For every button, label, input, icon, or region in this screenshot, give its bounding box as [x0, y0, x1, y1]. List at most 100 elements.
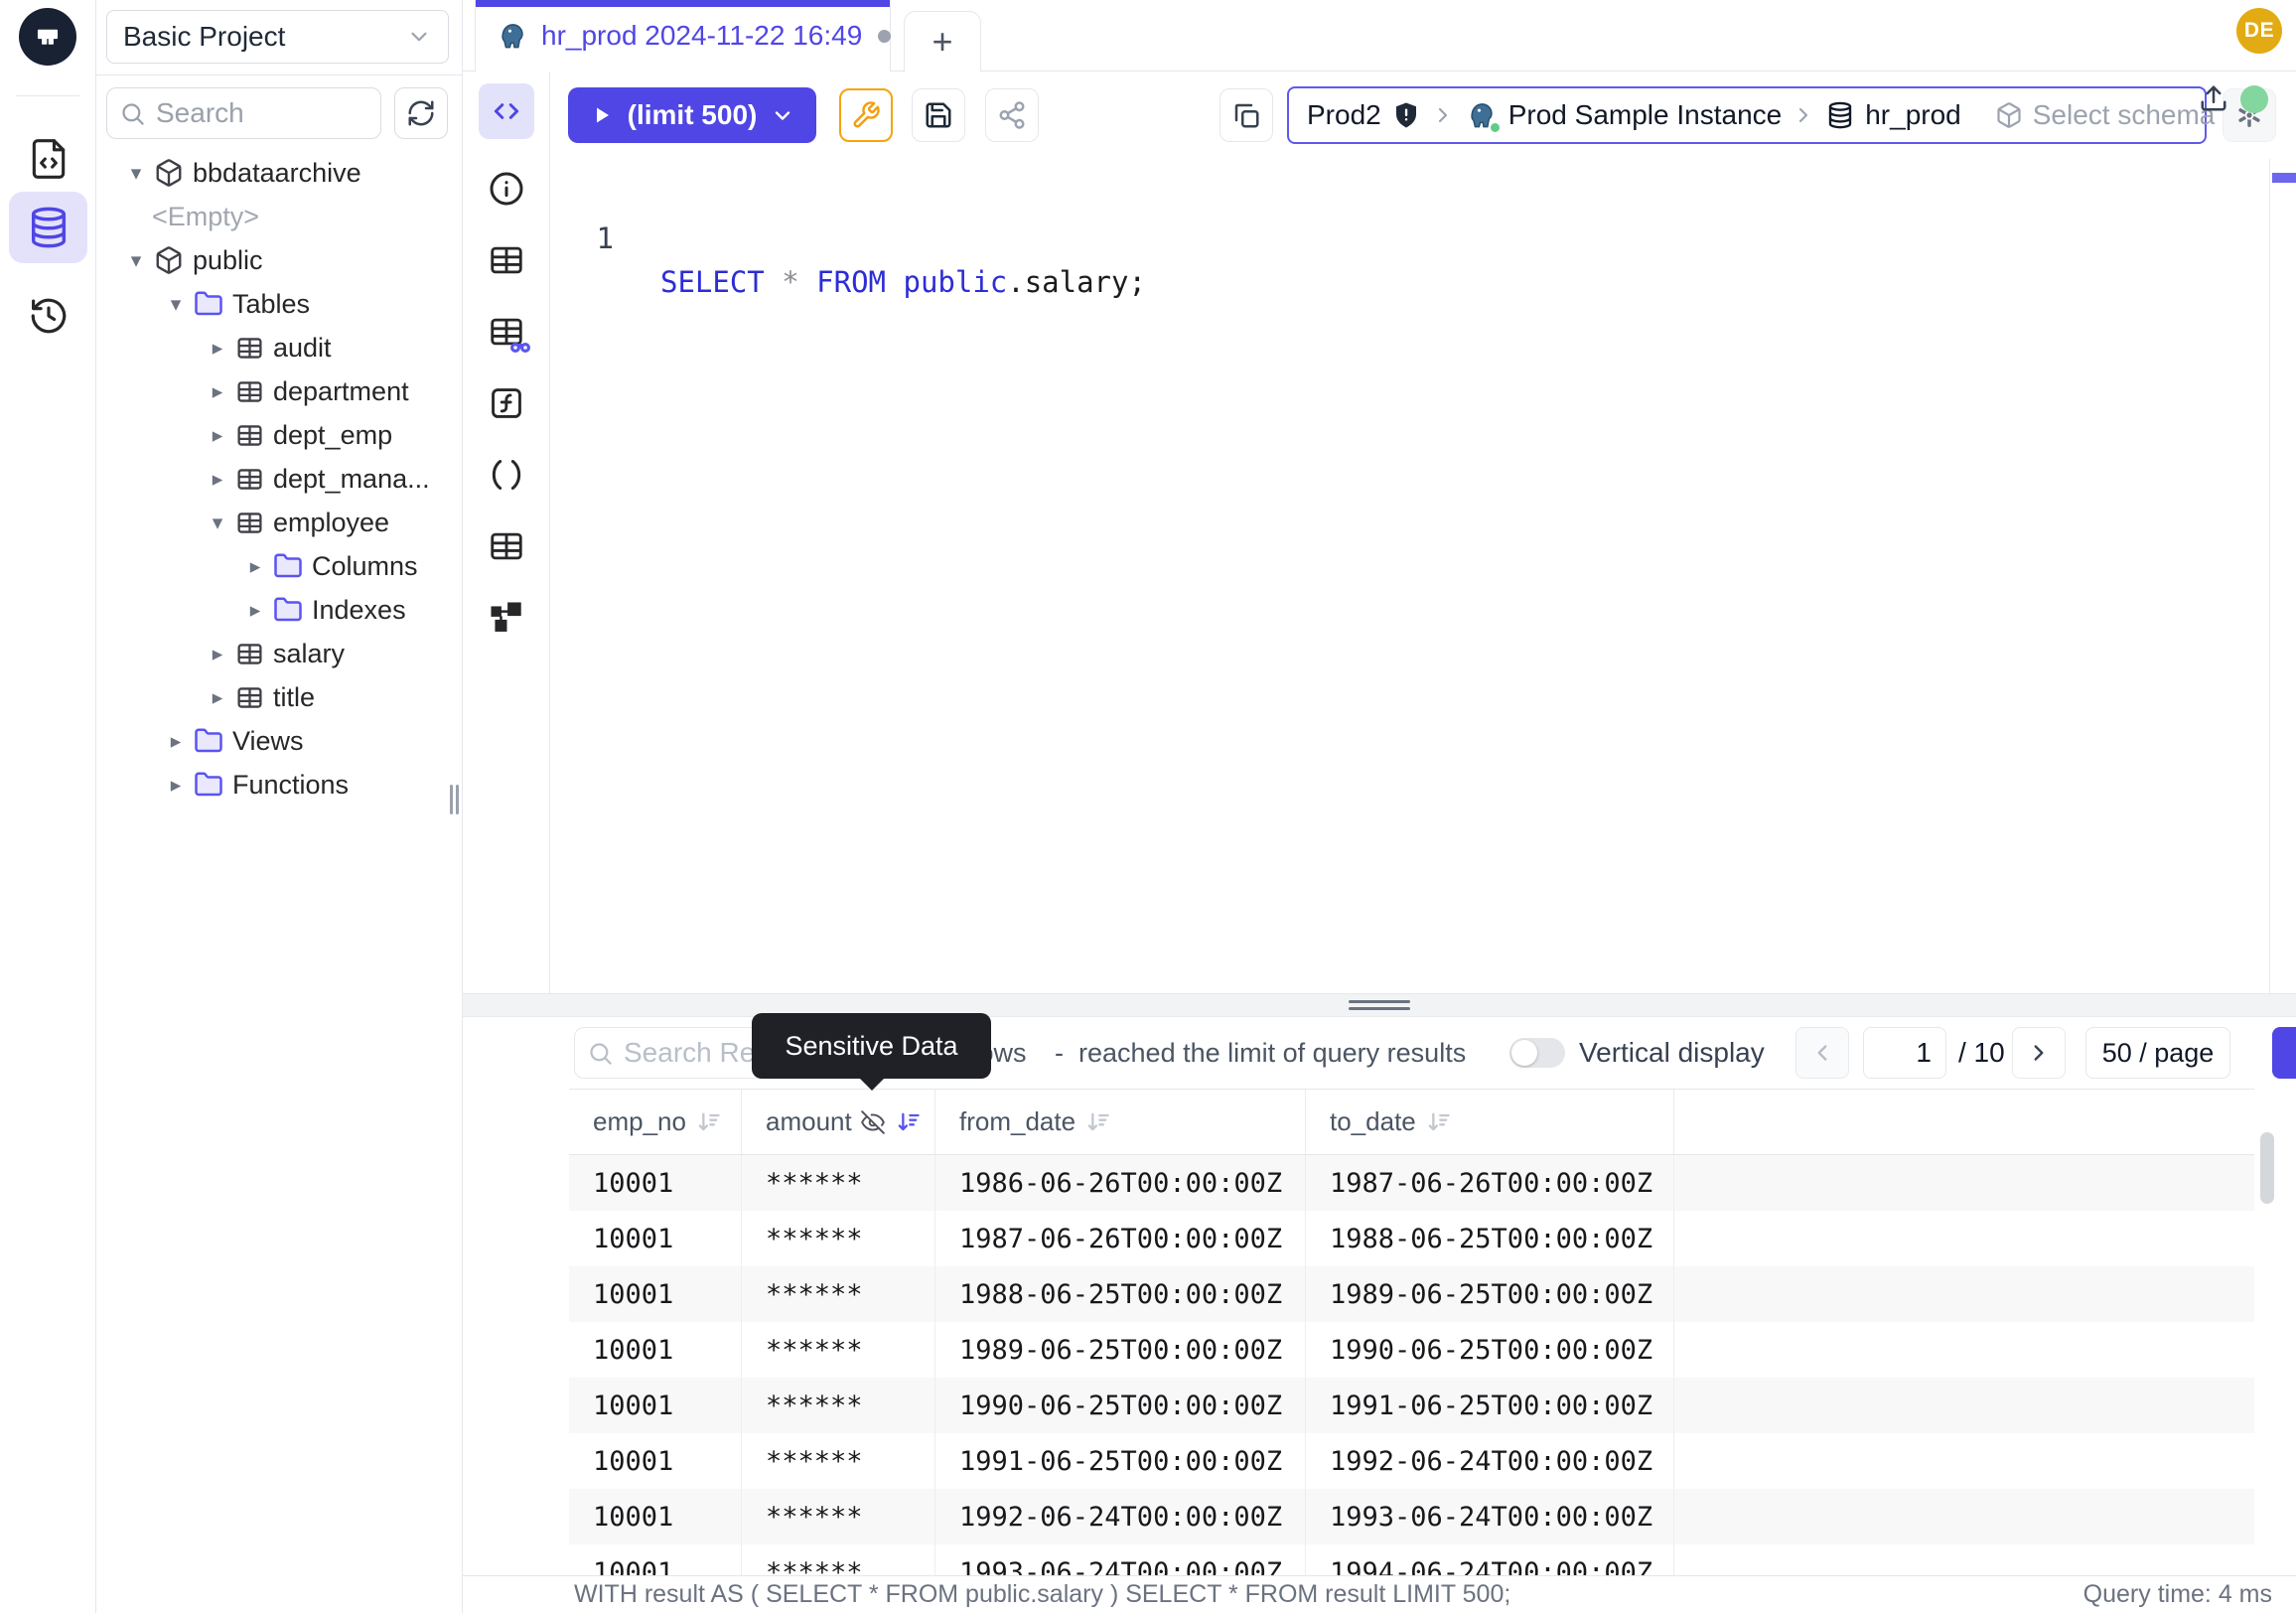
cell[interactable]: 10001 [569, 1378, 742, 1433]
caret-right-icon[interactable]: ▸ [158, 729, 194, 754]
cell[interactable]: 10001 [569, 1211, 742, 1266]
caret-right-icon[interactable]: ▸ [200, 379, 235, 404]
cell-masked[interactable]: ****** [742, 1266, 935, 1322]
cell[interactable]: 1993-06-24T00:00:00Z [1306, 1489, 1674, 1544]
sidebar-search-box[interactable] [106, 87, 381, 139]
cell-masked[interactable]: ****** [742, 1155, 935, 1211]
tree-item-title[interactable]: ▸ title [96, 675, 462, 719]
caret-right-icon[interactable]: ▸ [200, 642, 235, 666]
cell-masked[interactable]: ****** [742, 1378, 935, 1433]
table-row[interactable]: 10001******1989-06-25T00:00:00Z1990-06-2… [569, 1322, 2254, 1378]
cell[interactable]: 1988-06-25T00:00:00Z [1306, 1211, 1674, 1266]
avatar[interactable]: DE [2236, 8, 2282, 54]
info-panel-button[interactable] [485, 167, 528, 211]
caret-right-icon[interactable]: ▸ [237, 554, 273, 579]
schema-diagram-panel-button[interactable] [485, 596, 528, 640]
table-row[interactable]: 10001******1991-06-25T00:00:00Z1992-06-2… [569, 1433, 2254, 1489]
column-header-amount[interactable]: amount [742, 1090, 935, 1154]
tree-item-department[interactable]: ▸ department [96, 369, 462, 413]
format-sql-button[interactable] [839, 88, 893, 142]
tree-item-employee[interactable]: ▾ employee [96, 501, 462, 544]
table-row[interactable]: 10001******1987-06-26T00:00:00Z1988-06-2… [569, 1211, 2254, 1266]
cell[interactable]: 1992-06-24T00:00:00Z [935, 1489, 1306, 1544]
tree-item-dept-emp[interactable]: ▸ dept_emp [96, 413, 462, 457]
cell[interactable]: 10001 [569, 1489, 742, 1544]
page-size-selector[interactable]: 50 / page [2085, 1027, 2230, 1079]
cell-masked[interactable]: ****** [742, 1322, 935, 1378]
sidebar-item-worksheets[interactable] [9, 123, 87, 195]
prev-page-button[interactable] [1795, 1027, 1849, 1079]
sidebar-item-history[interactable] [9, 280, 87, 352]
batch-query-button[interactable] [1220, 88, 1273, 142]
results-panel-resizer[interactable] [463, 993, 2296, 1017]
sidebar-resize-handle[interactable] [450, 785, 460, 814]
table-row[interactable]: 10001******1986-06-26T00:00:00Z1987-06-2… [569, 1155, 2254, 1211]
tree-item-tables[interactable]: ▾ Tables [96, 282, 462, 326]
upload-sql-button[interactable] [2199, 83, 2228, 113]
table-row[interactable]: 10001******1990-06-25T00:00:00Z1991-06-2… [569, 1378, 2254, 1433]
tree-item-bbdataarchive[interactable]: ▾ bbdataarchive [96, 151, 462, 195]
table-row[interactable]: 10001******1988-06-25T00:00:00Z1989-06-2… [569, 1266, 2254, 1322]
functions-panel-button[interactable] [485, 381, 528, 425]
cell-masked[interactable]: ****** [742, 1211, 935, 1266]
vertical-display-toggle[interactable] [1509, 1038, 1565, 1068]
caret-down-icon[interactable]: ▾ [118, 161, 154, 186]
table-row[interactable]: 10001******1993-06-24T00:00:00Z1994-06-2… [569, 1544, 2254, 1575]
cell[interactable]: 10001 [569, 1433, 742, 1489]
next-page-button[interactable] [2012, 1027, 2066, 1079]
tree-item-audit[interactable]: ▸ audit [96, 326, 462, 369]
tree-item-views[interactable]: ▸ Views [96, 719, 462, 763]
sidebar-item-databases[interactable] [9, 192, 87, 263]
cell[interactable]: 1993-06-24T00:00:00Z [935, 1544, 1306, 1575]
caret-right-icon[interactable]: ▸ [200, 685, 235, 710]
cell[interactable]: 1987-06-26T00:00:00Z [935, 1211, 1306, 1266]
run-query-button[interactable]: (limit 500) [568, 87, 816, 143]
cell[interactable]: 1992-06-24T00:00:00Z [1306, 1433, 1674, 1489]
results-scrollbar[interactable] [2260, 1132, 2274, 1204]
export-button[interactable] [2272, 1027, 2296, 1079]
sql-editor-panel-button[interactable] [479, 83, 534, 139]
sql-code-area[interactable]: 1 SELECT * FROM public.salary; [550, 159, 2268, 993]
column-header-to-date[interactable]: to_date [1306, 1090, 1674, 1154]
cell[interactable]: 1986-06-26T00:00:00Z [935, 1155, 1306, 1211]
caret-down-icon[interactable]: ▾ [200, 511, 235, 535]
cell[interactable]: 1990-06-25T00:00:00Z [935, 1378, 1306, 1433]
cell-masked[interactable]: ****** [742, 1489, 935, 1544]
cell[interactable]: 1988-06-25T00:00:00Z [935, 1266, 1306, 1322]
caret-down-icon[interactable]: ▾ [158, 292, 194, 317]
sort-icon[interactable] [894, 1108, 922, 1136]
drag-handle-icon[interactable] [1349, 1000, 1410, 1010]
cell[interactable]: 10001 [569, 1155, 742, 1211]
caret-right-icon[interactable]: ▸ [237, 598, 273, 623]
tree-item-functions[interactable]: ▸ Functions [96, 763, 462, 806]
sidebar-search-input[interactable] [156, 97, 368, 129]
cell[interactable]: 10001 [569, 1266, 742, 1322]
external-tables-panel-button[interactable] [485, 524, 528, 568]
sort-icon[interactable] [1424, 1108, 1452, 1136]
cell[interactable]: 1987-06-26T00:00:00Z [1306, 1155, 1674, 1211]
new-tab-button[interactable]: + [904, 11, 981, 72]
save-worksheet-button[interactable] [912, 88, 965, 142]
schema-selector[interactable]: Select schema [1979, 88, 2231, 142]
cell-masked[interactable]: ****** [742, 1433, 935, 1489]
caret-right-icon[interactable]: ▸ [158, 773, 194, 798]
caret-down-icon[interactable]: ▾ [118, 248, 154, 273]
cell[interactable]: 1991-06-25T00:00:00Z [935, 1433, 1306, 1489]
caret-right-icon[interactable]: ▸ [200, 423, 235, 448]
project-selector[interactable]: Basic Project [106, 10, 449, 64]
cell-masked[interactable]: ****** [742, 1544, 935, 1575]
cell[interactable]: 1994-06-24T00:00:00Z [1306, 1544, 1674, 1575]
sort-icon[interactable] [1083, 1108, 1111, 1136]
tree-item-dept-manager[interactable]: ▸ dept_mana... [96, 457, 462, 501]
bytebase-logo[interactable] [19, 8, 76, 66]
cell[interactable]: 10001 [569, 1322, 742, 1378]
cell[interactable]: 1989-06-25T00:00:00Z [1306, 1266, 1674, 1322]
cell[interactable]: 1989-06-25T00:00:00Z [935, 1322, 1306, 1378]
cell[interactable]: 1991-06-25T00:00:00Z [1306, 1378, 1674, 1433]
cell[interactable]: 10001 [569, 1544, 742, 1575]
masked-data-panel-button[interactable] [485, 310, 528, 354]
chevron-down-icon[interactable] [771, 103, 794, 127]
refresh-schema-button[interactable] [394, 87, 448, 139]
table-row[interactable]: 10001******1992-06-24T00:00:00Z1993-06-2… [569, 1489, 2254, 1544]
column-header-emp-no[interactable]: emp_no [569, 1090, 742, 1154]
